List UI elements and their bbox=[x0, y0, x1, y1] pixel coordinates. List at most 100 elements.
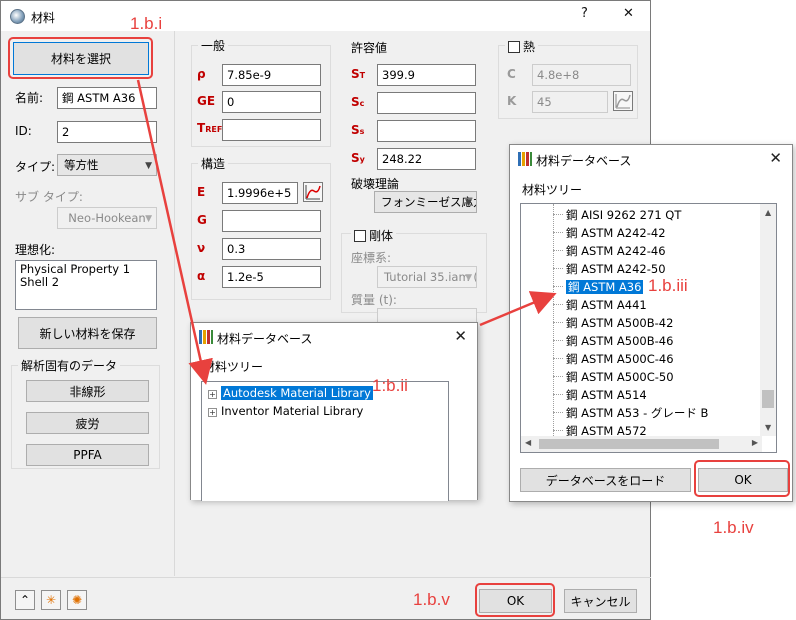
idealization-list[interactable]: Physical Property 1 Shell 2 bbox=[15, 260, 157, 310]
stress-strain-chart-icon[interactable] bbox=[303, 182, 323, 202]
tree-item-label: 鋼 ASTM A500C-50 bbox=[566, 370, 674, 384]
tree-item[interactable]: 鋼 ASTM A500C-46 bbox=[553, 350, 674, 368]
sc-letter: S bbox=[351, 95, 360, 109]
st-subscript: T bbox=[359, 71, 366, 80]
books-icon bbox=[199, 330, 213, 344]
subtype-dropdown[interactable]: Neo-Hookean ▼ bbox=[57, 207, 157, 229]
cancel-button[interactable]: キャンセル bbox=[564, 589, 637, 613]
alpha-field[interactable]: 1.2e-5 bbox=[222, 266, 321, 288]
fatigue-button[interactable]: 疲労 bbox=[26, 412, 149, 434]
close-icon[interactable]: ✕ bbox=[454, 327, 467, 345]
ss-field[interactable] bbox=[377, 120, 476, 142]
material-db-dialog-small: 材料データベース ✕ 材料ツリー + Autodesk Material Libr… bbox=[190, 322, 478, 501]
asterisk-icon[interactable]: ✳ bbox=[41, 590, 61, 610]
list-item[interactable]: Shell 2 bbox=[20, 276, 152, 289]
scroll-up-icon[interactable]: ▲ bbox=[765, 208, 771, 217]
tree-item[interactable]: 鋼 ASTM A500C-50 bbox=[553, 368, 674, 386]
ge-field[interactable]: 0 bbox=[222, 91, 321, 113]
tree-item[interactable]: 鋼 ASTM A53 - グレード B bbox=[553, 404, 708, 422]
tree-item[interactable]: 鋼 ASTM A514 bbox=[553, 386, 647, 404]
rho-symbol: ρ bbox=[197, 67, 206, 81]
load-database-button[interactable]: データベースをロード bbox=[520, 468, 691, 492]
sc-symbol: Sc bbox=[351, 95, 364, 109]
close-icon[interactable]: ✕ bbox=[769, 149, 782, 167]
annotation-step-iv: 1.b.iv bbox=[713, 518, 754, 537]
tree-item[interactable]: 鋼 ASTM A500B-42 bbox=[553, 314, 673, 332]
tree-connector bbox=[553, 232, 563, 233]
tree-connector bbox=[553, 376, 563, 377]
c-field[interactable]: 4.8e+8 bbox=[532, 64, 631, 86]
tree-item[interactable]: 鋼 ASTM A36 bbox=[553, 278, 644, 296]
help-button[interactable]: ? bbox=[581, 6, 588, 21]
name-field[interactable]: 鋼 ASTM A36 bbox=[57, 87, 157, 109]
checkbox-icon bbox=[354, 230, 366, 242]
tree-item[interactable]: 鋼 ASTM A441 bbox=[553, 296, 647, 314]
expand-icon[interactable]: + bbox=[208, 408, 217, 417]
ppfa-button[interactable]: PPFA bbox=[26, 444, 149, 466]
window-title: 材料 bbox=[31, 11, 56, 25]
tree-item-label: 鋼 ASTM A500C-46 bbox=[566, 352, 674, 366]
collapse-icon[interactable]: ⌃ bbox=[15, 590, 35, 610]
save-new-material-button[interactable]: 新しい材料を保存 bbox=[18, 317, 157, 349]
tree-label: 材料ツリー bbox=[522, 183, 583, 197]
type-dropdown[interactable]: 等方性 ▼ bbox=[57, 154, 157, 176]
scroll-down-icon[interactable]: ▼ bbox=[765, 423, 771, 432]
tree-connector bbox=[553, 358, 563, 359]
tree-connector bbox=[553, 286, 563, 287]
close-button[interactable]: ✕ bbox=[623, 6, 634, 21]
sc-field[interactable] bbox=[377, 92, 476, 114]
nonlinear-button[interactable]: 非線形 bbox=[26, 380, 149, 402]
vertical-scrollbar[interactable]: ▲ ▼ bbox=[760, 204, 776, 436]
chevron-down-icon: ▼ bbox=[465, 198, 472, 208]
st-field[interactable]: 399.9 bbox=[377, 64, 476, 86]
rigid-body-checkbox[interactable]: 剛体 bbox=[351, 227, 397, 244]
sparkle-icon[interactable]: ✺ bbox=[67, 590, 87, 610]
tref-field[interactable] bbox=[222, 119, 321, 141]
material-tree[interactable]: + Autodesk Material Library + Inventor Mat… bbox=[201, 381, 449, 501]
panel-divider bbox=[174, 31, 175, 576]
subtype-value: Neo-Hookean bbox=[68, 211, 146, 225]
alpha-symbol: α bbox=[197, 269, 206, 283]
checkbox-icon bbox=[508, 41, 520, 53]
material-globe-icon bbox=[10, 9, 25, 24]
material-db-dialog-large: 材料データベース ✕ 材料ツリー 鋼 AISI 9262 271 QT 鋼 AST… bbox=[509, 144, 793, 502]
books-icon bbox=[518, 152, 532, 166]
k-field[interactable]: 45 bbox=[532, 91, 608, 113]
thermal-checkbox[interactable]: 熱 bbox=[505, 38, 539, 55]
id-field[interactable]: 2 bbox=[57, 121, 157, 143]
annotation-step-i: 1.b.i bbox=[130, 14, 163, 33]
failure-theory-dropdown[interactable]: フォンミーゼス応力 ▼ bbox=[374, 191, 477, 213]
chevron-down-icon: ▼ bbox=[145, 161, 152, 171]
scroll-right-icon[interactable]: ▶ bbox=[752, 438, 758, 447]
ss-symbol: Ss bbox=[351, 123, 364, 137]
tree-connector bbox=[553, 214, 563, 215]
tree-connector bbox=[553, 268, 563, 269]
e-field[interactable]: 1.9996e+5 bbox=[222, 182, 298, 204]
horizontal-scrollbar[interactable]: ◀ ▶ bbox=[521, 436, 762, 452]
scroll-left-icon[interactable]: ◀ bbox=[525, 438, 531, 447]
tree-item-inventor[interactable]: + Inventor Material Library bbox=[208, 402, 363, 420]
tree-item-autodesk[interactable]: + Autodesk Material Library bbox=[208, 384, 373, 402]
sc-subscript: c bbox=[359, 99, 365, 108]
annotation-step-iii: 1.b.iii bbox=[648, 276, 688, 295]
tree-connector bbox=[553, 412, 563, 413]
g-field[interactable] bbox=[222, 210, 321, 232]
tree-item[interactable]: 鋼 ASTM A242-46 bbox=[553, 242, 666, 260]
sy-field[interactable]: 248.22 bbox=[377, 148, 476, 170]
coord-dropdown[interactable]: Tutorial 35.iam ( ▼ bbox=[377, 266, 477, 288]
thermal-chart-icon[interactable] bbox=[613, 91, 633, 111]
material-tree[interactable]: 鋼 AISI 9262 271 QT 鋼 ASTM A242-42 鋼 ASTM A… bbox=[520, 203, 777, 453]
tree-item[interactable]: 鋼 AISI 9262 271 QT bbox=[553, 206, 681, 224]
expand-icon[interactable]: + bbox=[208, 390, 217, 399]
mass-label: 質量 (t): bbox=[351, 293, 397, 307]
tree-item-label: 鋼 ASTM A514 bbox=[566, 388, 647, 402]
scroll-thumb[interactable] bbox=[762, 390, 774, 408]
k-symbol: K bbox=[507, 94, 517, 108]
nu-field[interactable]: 0.3 bbox=[222, 238, 321, 260]
tree-item[interactable]: 鋼 ASTM A500B-46 bbox=[553, 332, 673, 350]
scroll-thumb[interactable] bbox=[539, 439, 719, 449]
rho-field[interactable]: 7.85e-9 bbox=[222, 64, 321, 86]
tree-item-label: Autodesk Material Library bbox=[221, 386, 373, 400]
tree-item[interactable]: 鋼 ASTM A242-42 bbox=[553, 224, 666, 242]
subtype-label: サブ タイプ: bbox=[15, 190, 83, 204]
